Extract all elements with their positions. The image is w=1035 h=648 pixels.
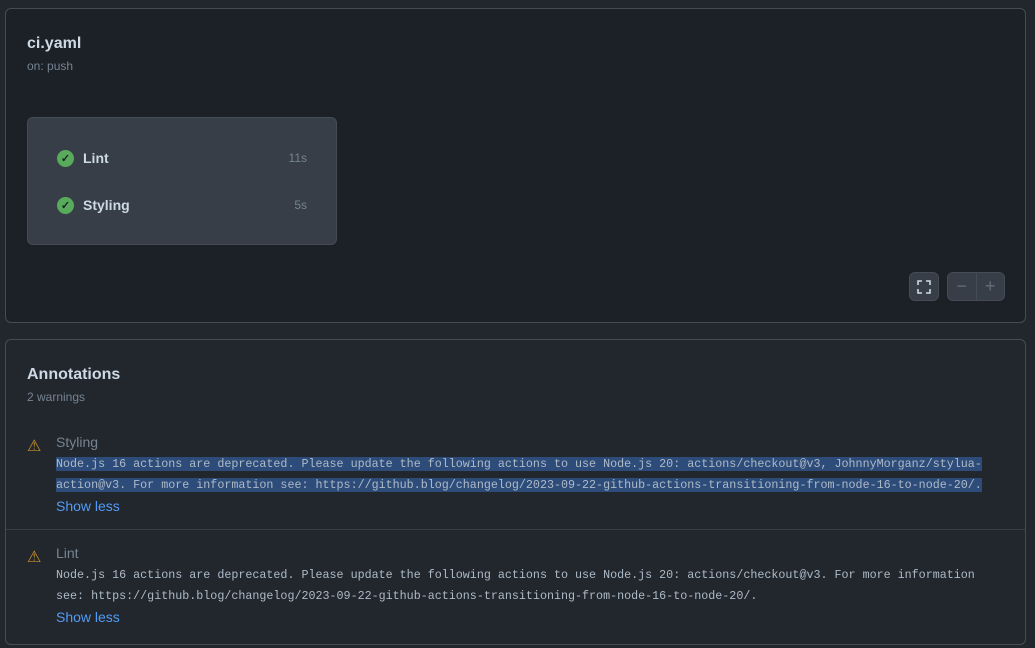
annotations-title: Annotations [27,366,120,384]
check-circle-icon: ✓ [57,197,74,214]
fullscreen-icon [916,279,932,295]
annotation-message: Node.js 16 actions are deprecated. Pleas… [56,454,991,496]
zoom-out-button[interactable]: − [948,273,976,300]
show-less-link[interactable]: Show less [56,498,120,514]
zoom-in-button[interactable]: + [976,273,1005,300]
warning-icon: ⚠ [27,547,41,567]
job-styling[interactable]: ✓ Styling 5s [57,195,307,215]
fullscreen-button[interactable] [909,272,939,301]
job-duration: 5s [294,198,307,212]
annotations-panel: Annotations 2 warnings ⚠ Styling Node.js… [5,339,1026,645]
check-circle-icon: ✓ [57,150,74,167]
zoom-controls: − + [947,272,1005,301]
annotation-message: Node.js 16 actions are deprecated. Pleas… [56,565,991,607]
job-lint[interactable]: ✓ Lint 11s [57,148,307,168]
annotation-job: Lint [56,545,79,561]
annotation-job: Styling [56,434,98,450]
job-name: Lint [83,150,289,166]
workflow-title: ci.yaml [27,35,81,53]
workflow-graph-panel: ci.yaml on: push ✓ Lint 11s ✓ Styling 5s… [5,8,1026,323]
job-duration: 11s [289,151,307,165]
jobs-group: ✓ Lint 11s ✓ Styling 5s [27,117,337,245]
annotations-count: 2 warnings [27,390,85,404]
divider [6,529,1025,530]
workflow-trigger: on: push [27,59,73,73]
show-less-link[interactable]: Show less [56,609,120,625]
job-name: Styling [83,197,294,213]
warning-icon: ⚠ [27,436,41,456]
